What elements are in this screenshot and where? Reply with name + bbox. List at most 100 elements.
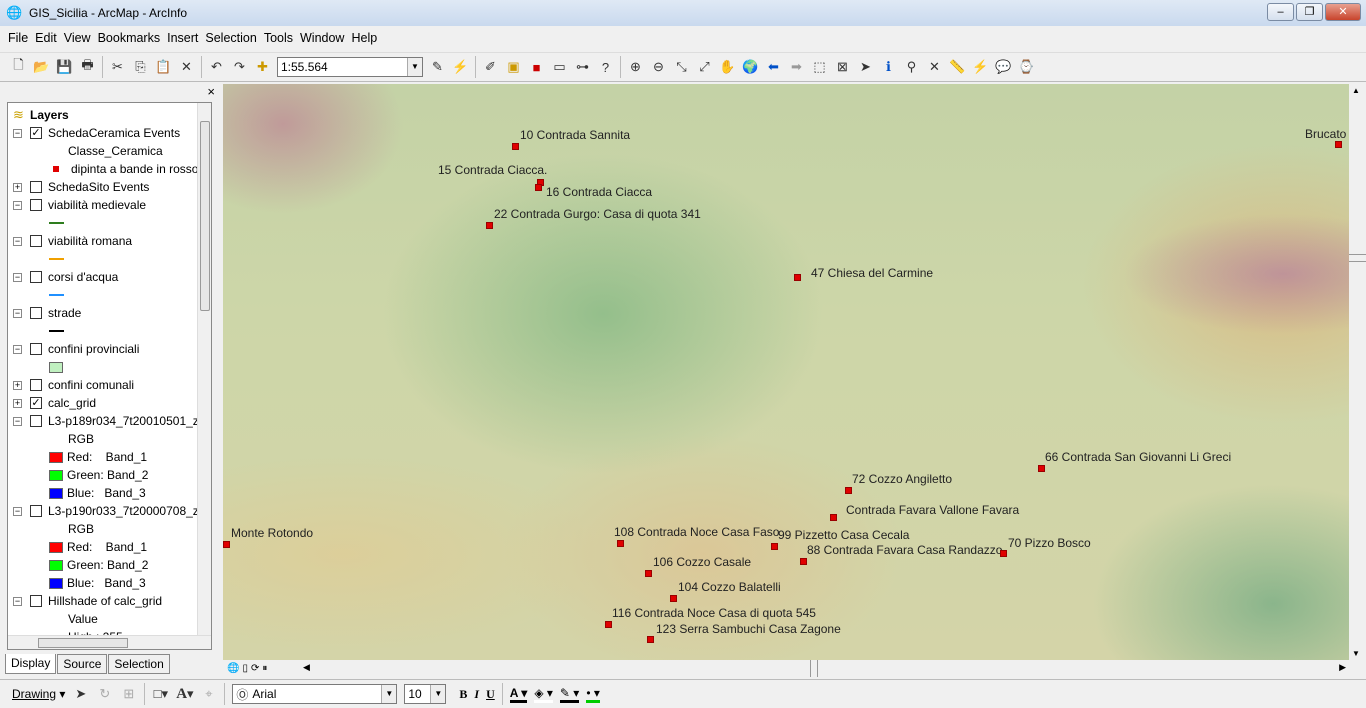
copy-icon[interactable]: ⎘ [132,59,149,76]
site-point-marker[interactable] [1038,465,1045,472]
site-point-marker[interactable] [605,621,612,628]
zoom-in-icon[interactable]: ⊕ [627,59,644,76]
layer-visibility-checkbox[interactable] [30,199,42,211]
pause-drawing-icon[interactable]: ⏸ [262,663,267,674]
toc-layer[interactable]: − ✓ SchedaCeramica Events [8,124,198,142]
collapse-icon[interactable]: − [13,416,22,426]
toc-layer[interactable]: − viabilità romana [8,232,198,250]
time-slider-icon[interactable]: ⌚ [1018,59,1035,76]
full-extent-icon[interactable]: 🌍 [742,59,759,76]
toc-layer[interactable]: − confini provinciali [8,340,198,358]
site-point-marker[interactable] [771,543,778,550]
edit-vertices-icon[interactable]: ⌖ [200,686,217,703]
expand-icon[interactable]: + [13,398,22,408]
underline-button[interactable]: U [486,687,495,702]
layer-visibility-checkbox[interactable] [30,271,42,283]
whats-this-icon[interactable]: ? [597,59,614,76]
site-point-marker[interactable] [845,487,852,494]
new-icon[interactable]: 🗋 [10,57,27,76]
toc-layer[interactable]: − L3-p189r034_7t20010501_z33 [8,412,211,430]
layer-visibility-checkbox[interactable] [30,307,42,319]
menu-help[interactable]: Help [351,31,377,45]
toc-close-button[interactable]: × [207,84,215,99]
menu-file[interactable]: File [8,31,28,45]
minimize-button[interactable]: – [1267,3,1294,21]
expand-icon[interactable]: + [13,182,22,192]
scroll-thumb[interactable] [810,660,818,677]
map-vertical-scrollbar[interactable]: ▲ ▼ [1349,84,1366,660]
cut-icon[interactable]: ✂ [109,59,126,76]
site-point-marker[interactable] [1000,550,1007,557]
arctoolbox-icon[interactable]: ■ [528,59,545,76]
scroll-left-icon[interactable]: ◀ [303,662,310,673]
collapse-icon[interactable]: − [13,272,22,282]
scroll-thumb[interactable] [1349,254,1366,262]
menu-window[interactable]: Window [300,31,344,45]
undo-icon[interactable]: ↶ [208,59,225,76]
chevron-down-icon[interactable]: ▼ [381,685,397,703]
zoom-to-selected-icon[interactable]: ⊞ [120,686,137,703]
site-point-marker[interactable] [830,514,837,521]
fixed-zoom-out-icon[interactable]: ⤢ [696,59,713,76]
tab-source[interactable]: Source [57,654,108,674]
modelbuilder-icon[interactable]: ⊶ [574,59,591,76]
font-size-combo[interactable]: 10 ▼ [404,684,447,704]
select-elements-icon[interactable]: ➤ [72,686,89,703]
font-combo[interactable]: Ⓞ Arial ▼ [232,684,398,704]
site-point-marker[interactable] [617,540,624,547]
marker-color-button[interactable]: • ▾ [586,686,600,703]
toc-layer[interactable]: − strade [8,304,198,322]
collapse-icon[interactable]: − [13,128,22,138]
save-icon[interactable]: 💾 [56,59,73,76]
layer-visibility-checkbox[interactable]: ✓ [30,397,42,409]
print-icon[interactable]: 🖶 [79,57,96,76]
text-tool[interactable]: A ▾ [176,686,193,703]
editor-toolbar-icon[interactable]: ✎ [429,59,446,76]
layer-visibility-checkbox[interactable] [30,343,42,355]
find-icon[interactable]: ⚲ [903,59,920,76]
add-data-icon[interactable]: ✚ [254,59,271,76]
layer-visibility-checkbox[interactable] [30,181,42,193]
clear-selection-icon[interactable]: ⊠ [834,59,851,76]
go-to-xy-icon[interactable]: ✕ [926,59,943,76]
rectangle-icon[interactable]: □▾ [152,686,169,703]
layer-visibility-checkbox[interactable] [30,379,42,391]
site-point-marker[interactable] [800,558,807,565]
menu-view[interactable]: View [64,31,91,45]
flash-icon[interactable]: ⚡ [452,59,469,76]
scroll-thumb[interactable] [200,121,210,311]
map-view[interactable]: 10 Contrada Sannita 15 Contrada Ciacca. 16… [223,84,1349,660]
toc-layer[interactable]: − corsi d'acqua [8,268,198,286]
identify-icon[interactable]: ℹ [880,59,897,76]
rotate-icon[interactable]: ↻ [96,686,113,703]
back-icon[interactable]: ⬅ [765,59,782,76]
toc-layer[interactable]: − Hillshade of calc_grid [8,592,198,610]
chevron-down-icon[interactable]: ▼ [430,685,446,703]
fixed-zoom-in-icon[interactable]: ⤡ [673,59,690,76]
zoom-out-icon[interactable]: ⊖ [650,59,667,76]
italic-button[interactable]: I [474,687,479,702]
redo-icon[interactable]: ↷ [231,59,248,76]
collapse-icon[interactable]: − [13,506,22,516]
line-color-button[interactable]: ✎ ▾ [559,686,580,703]
fill-color-button[interactable]: ◈ ▾ [534,686,553,703]
measure-icon[interactable]: 📏 [949,59,966,76]
arccatalog-icon[interactable]: ▣ [505,59,522,76]
command-line-icon[interactable]: ▭ [551,59,568,76]
scroll-up-icon[interactable]: ▲ [1352,86,1360,95]
map-horizontal-scrollbar[interactable]: ◀ ▶ [300,660,1349,677]
editor-icon[interactable]: ✐ [482,59,499,76]
pan-icon[interactable]: ✋ [719,59,736,76]
layout-view-icon[interactable]: ▯ [242,663,248,674]
menu-edit[interactable]: Edit [35,31,57,45]
site-point-marker[interactable] [512,143,519,150]
map-scale-combo[interactable]: 1:55.564 ▼ [277,57,423,77]
tab-selection[interactable]: Selection [108,654,170,674]
refresh-icon[interactable]: ⟳ [251,663,259,674]
layer-visibility-checkbox[interactable] [30,415,42,427]
site-point-marker[interactable] [1335,141,1342,148]
font-color-button[interactable]: A ▾ [509,686,528,703]
layer-visibility-checkbox[interactable] [30,505,42,517]
site-point-marker[interactable] [223,541,230,548]
toc-layer[interactable]: − L3-p190r033_7t20000708_z33 [8,502,211,520]
